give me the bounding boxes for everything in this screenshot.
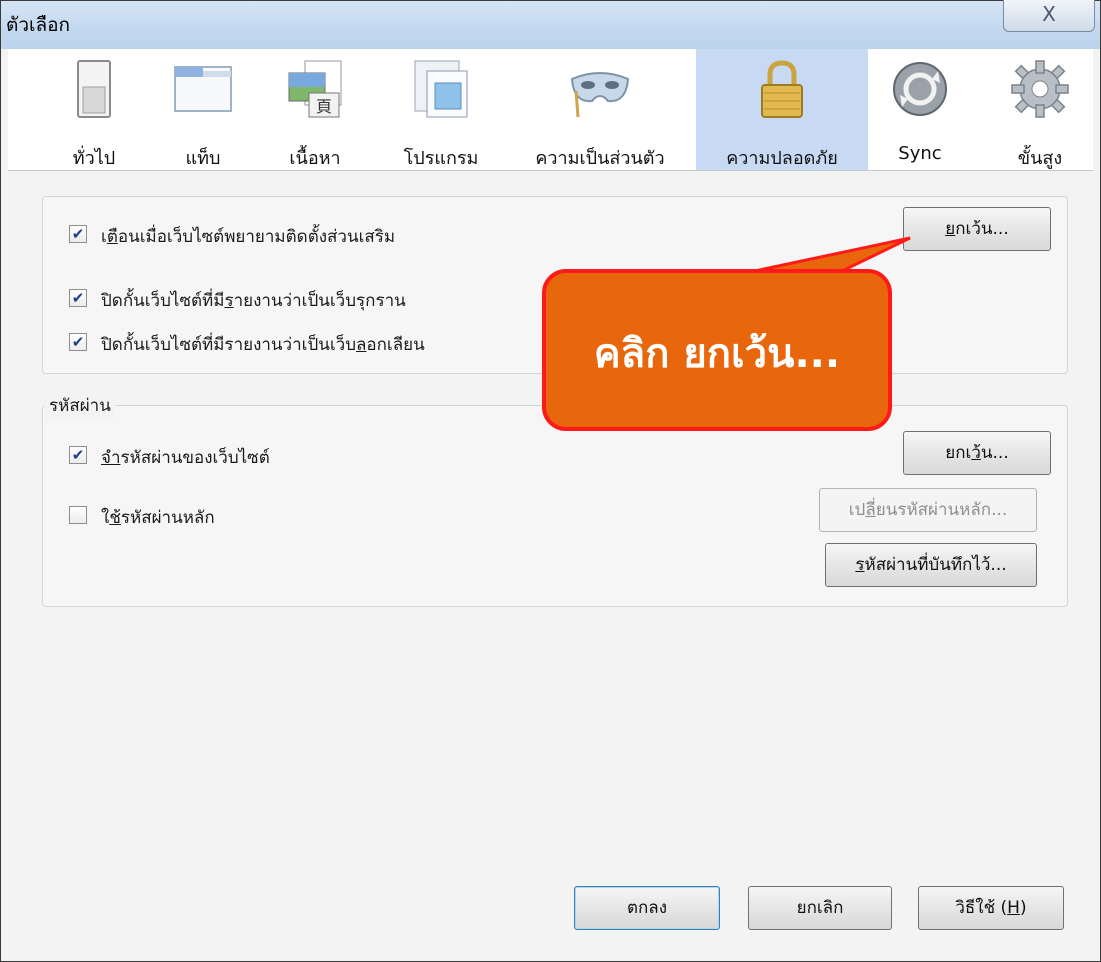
callout-text: คลิก ยกเว้น...	[593, 331, 841, 377]
gear-icon	[1011, 60, 1069, 118]
tab-label: ทั่วไป	[72, 148, 116, 169]
remember-passwords-checkbox[interactable]: ✔	[69, 446, 87, 464]
title-bar[interactable]: ตัวเลือก X	[1, 0, 1100, 49]
tab-applications[interactable]: โปรแกรม	[382, 49, 500, 170]
ok-button[interactable]: ตกลง	[574, 886, 720, 930]
block-attack-label: ปิดกั้นเว็บไซต์ที่มีรายงานว่าเป็นเว็บรุก…	[101, 291, 406, 311]
close-button[interactable]: X	[1003, 0, 1095, 32]
privacy-mask-icon	[570, 72, 630, 118]
tab-tabs[interactable]: แท็บ	[162, 49, 244, 170]
addon-exceptions-button[interactable]: ยกเว้น...	[903, 207, 1051, 251]
options-window: ตัวเลือก X ทั่วไป แท็บ 頁 เนื้อหา โปรแกรม…	[0, 0, 1101, 962]
tab-content[interactable]: 頁 เนื้อหา	[268, 49, 362, 170]
tab-label: ความปลอดภัย	[726, 148, 838, 169]
warn-addons-label: เตือนเมื่อเว็บไซต์พยายามติดตั้งส่วนเสริม	[101, 227, 396, 247]
warn-addons-checkbox[interactable]: ✔	[69, 225, 87, 243]
cancel-button[interactable]: ยกเลิก	[748, 886, 892, 930]
passwords-group: รหัสผ่าน ✔ จำรหัสผ่านของเว็บไซต์ ยกเว้น.…	[42, 392, 1068, 607]
tab-general[interactable]: ทั่วไป	[50, 49, 138, 170]
preferences-toolbar: ทั่วไป แท็บ 頁 เนื้อหา โปรแกรม ความเป็นส่…	[8, 49, 1093, 171]
instruction-callout: คลิก ยกเว้น...	[542, 269, 892, 431]
change-master-password-button[interactable]: เปลี่ยนรหัสผ่านหลัก...	[819, 488, 1037, 532]
tab-label: เนื้อหา	[289, 148, 341, 169]
padlock-icon	[761, 60, 803, 118]
block-forgery-checkbox[interactable]: ✔	[69, 333, 87, 351]
password-exceptions-button[interactable]: ยกเว้น...	[903, 431, 1051, 475]
tab-privacy[interactable]: ความเป็นส่วนตัว	[516, 49, 684, 170]
tab-advanced[interactable]: ขั้นสูง	[992, 49, 1088, 170]
tab-label: Sync	[898, 143, 942, 164]
window-title: ตัวเลือก	[6, 14, 71, 36]
sync-icon	[893, 62, 947, 116]
saved-passwords-button[interactable]: รหัสผ่านที่บันทึกไว้...	[825, 543, 1037, 587]
block-attack-checkbox[interactable]: ✔	[69, 289, 87, 307]
master-password-label: ใช้รหัสผ่านหลัก	[101, 508, 215, 528]
tab-label: โปรแกรม	[403, 148, 479, 169]
tab-security[interactable]: ความปลอดภัย	[696, 49, 868, 170]
tab-label: ขั้นสูง	[1017, 148, 1063, 169]
help-button[interactable]: วิธีใช้ (H)	[918, 886, 1064, 930]
remember-passwords-label: จำรหัสผ่านของเว็บไซต์	[101, 448, 270, 468]
tab-sync[interactable]: Sync	[874, 49, 966, 170]
tab-label: แท็บ	[185, 148, 221, 169]
tab-window-icon	[174, 66, 232, 112]
block-forgery-label: ปิดกั้นเว็บไซต์ที่มีรายงานว่าเป็นเว็บลอก…	[101, 335, 425, 355]
passwords-legend: รหัสผ่าน	[45, 392, 115, 419]
switch-icon	[77, 60, 111, 118]
applications-icon	[414, 60, 468, 118]
master-password-checkbox[interactable]	[69, 506, 87, 524]
content-image-icon: 頁	[288, 60, 342, 118]
tab-label: ความเป็นส่วนตัว	[535, 148, 665, 169]
svg-text:頁: 頁	[316, 97, 332, 116]
close-icon: X	[1042, 2, 1056, 26]
